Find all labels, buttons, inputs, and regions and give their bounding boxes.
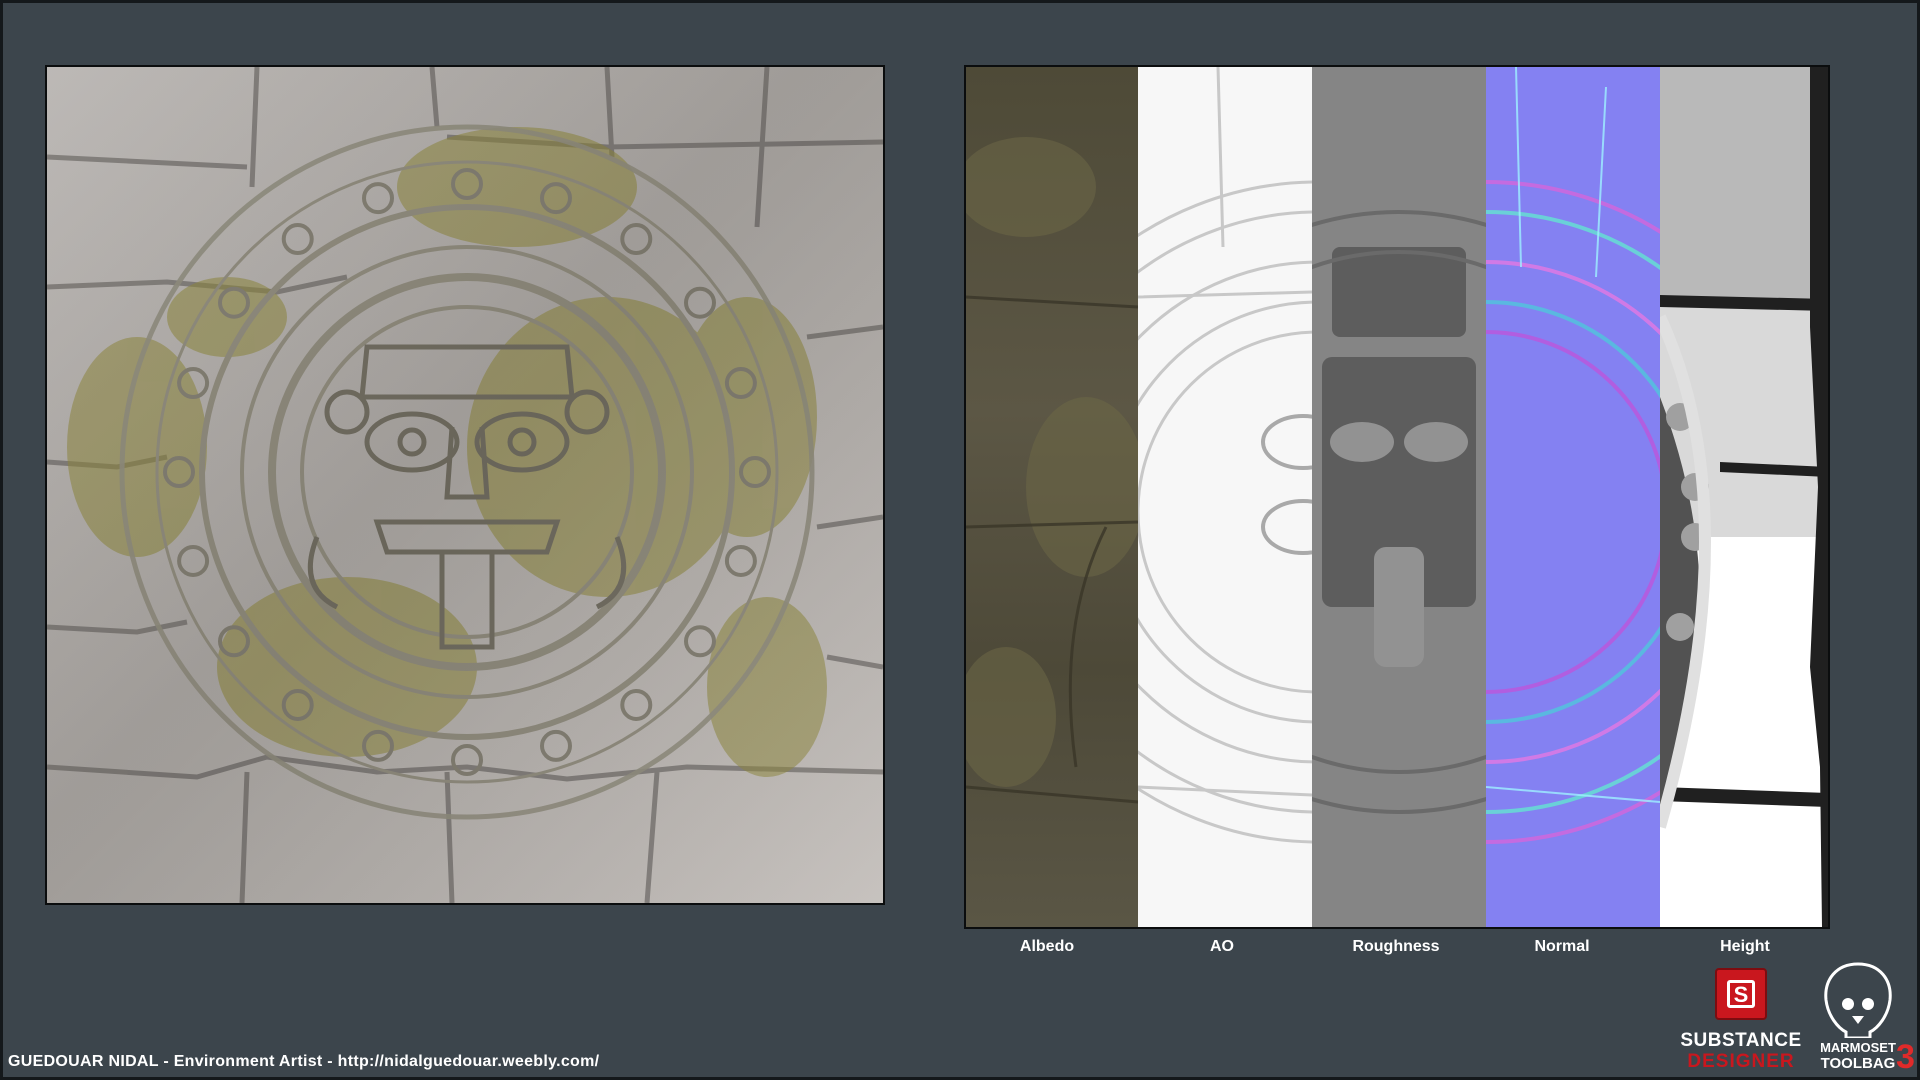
channel-normal xyxy=(1486,67,1660,927)
sun-calendar-render xyxy=(47,67,883,903)
ao-preview xyxy=(1138,67,1312,844)
marmoset-toolbag-logo: MARMOSET TOOLBAG 3 xyxy=(1816,958,1916,1076)
normal-preview xyxy=(1486,67,1660,844)
texture-channels xyxy=(964,65,1830,929)
channel-albedo xyxy=(966,67,1138,927)
material-render xyxy=(45,65,885,905)
toolbag-version: 3 xyxy=(1896,1038,1915,1076)
roughness-preview xyxy=(1312,210,1486,814)
channel-height xyxy=(1660,67,1828,927)
artist-credit: GUEDOUAR NIDAL - Environment Artist - ht… xyxy=(8,1053,600,1070)
designer-wordmark: DESIGNER xyxy=(1687,1051,1795,1072)
substance-designer-logo: S SUBSTANCE DESIGNER xyxy=(1676,963,1806,1073)
albedo-preview xyxy=(966,137,1138,804)
substance-wordmark: SUBSTANCE xyxy=(1680,1030,1802,1051)
channel-roughness xyxy=(1312,67,1486,927)
label-ao: AO xyxy=(1210,938,1234,955)
marmoset-wordmark: MARMOSET xyxy=(1820,1040,1896,1055)
substance-mark-icon: S xyxy=(1715,968,1767,1020)
channel-labels: Albedo AO Roughness Normal Height xyxy=(964,938,1830,958)
label-albedo: Albedo xyxy=(1019,938,1075,955)
label-height: Height xyxy=(1720,938,1770,955)
channel-ao xyxy=(1138,67,1312,927)
height-preview xyxy=(1660,67,1828,927)
marmoset-head-icon xyxy=(1824,962,1892,1040)
label-roughness: Roughness xyxy=(1352,938,1440,955)
toolbag-wordmark: TOOLBAG xyxy=(1820,1055,1896,1072)
label-normal: Normal xyxy=(1534,938,1590,955)
substance-mark-letter: S xyxy=(1733,982,1749,1007)
